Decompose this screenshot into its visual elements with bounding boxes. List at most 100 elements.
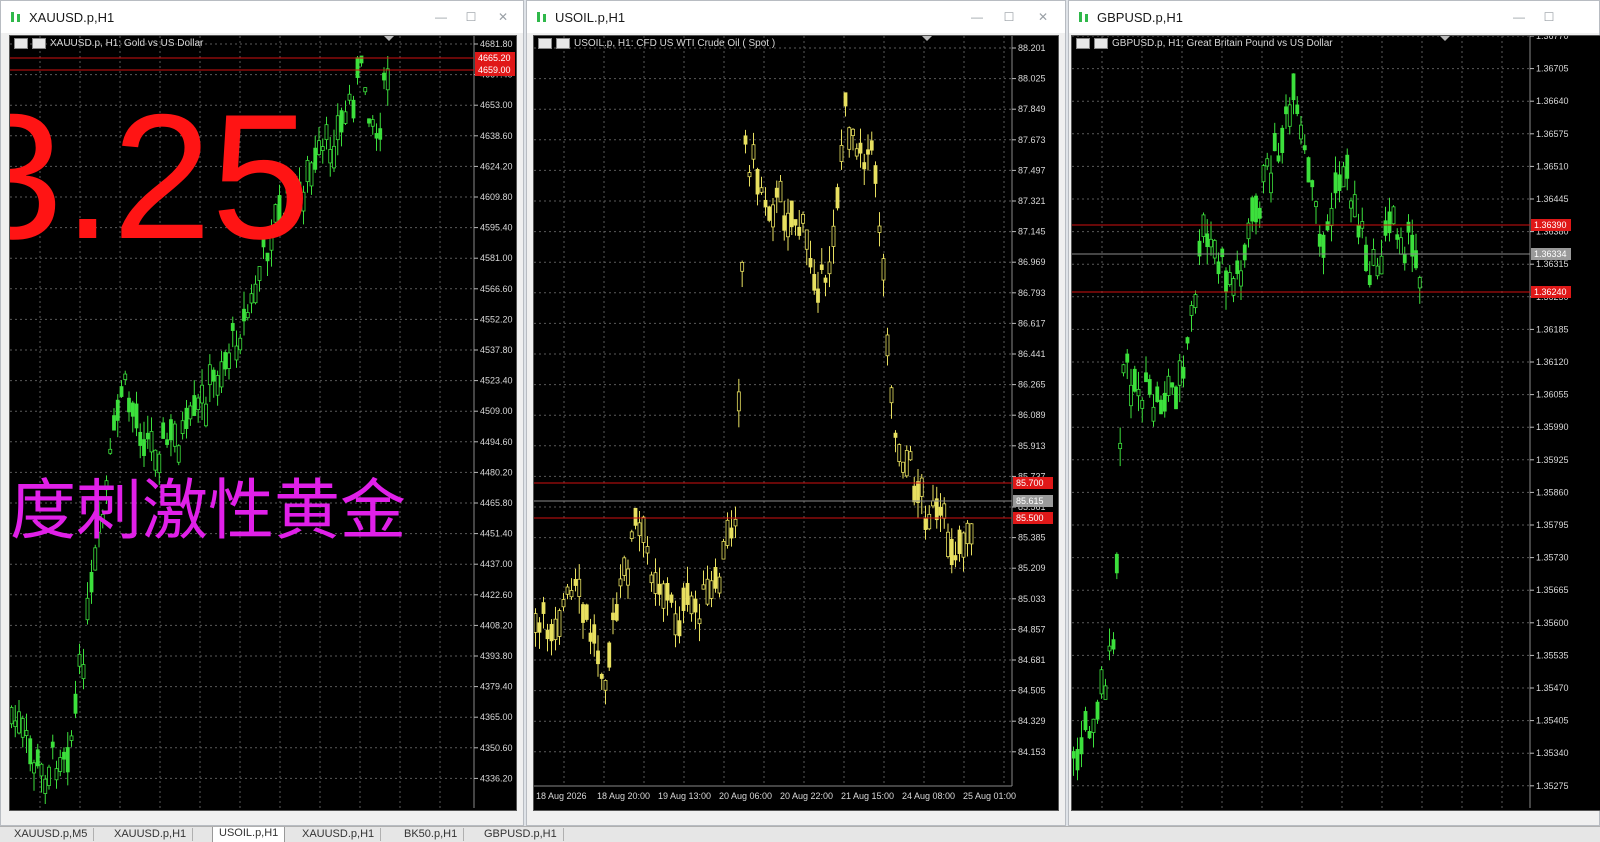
- candle-body: [588, 632, 593, 642]
- candle-body: [534, 613, 538, 633]
- candle-body: [62, 751, 66, 760]
- chart-canvas[interactable]: 88.201 88.025 87.849 87.673 87.497 87.321 87.1…: [534, 36, 1059, 811]
- candle-body: [81, 664, 86, 680]
- candle-body: [385, 68, 390, 91]
- price-tick-label: 1.35340: [1536, 748, 1569, 758]
- price-tick-label: 84.681: [1018, 655, 1046, 665]
- candle-body: [1162, 392, 1167, 412]
- candle-body: [24, 730, 29, 736]
- titlebar[interactable]: XAUUSD.p,H1 — ☐ ✕: [1, 1, 523, 33]
- candle-body: [339, 110, 344, 133]
- price-tick-label: 1.36445: [1536, 194, 1569, 204]
- candle-body: [89, 572, 94, 593]
- candle-body: [127, 397, 131, 413]
- time-tick-label: 24 Aug 08:00: [902, 791, 955, 801]
- close-button[interactable]: ✕: [1033, 8, 1053, 26]
- tab-chart[interactable]: XAUUSD.p,H1: [296, 828, 382, 841]
- candle-body: [923, 517, 928, 530]
- window-gbpusd[interactable]: GBPUSD.p,H1 — ☐ 1.36770 1.36705 1.36640 1.3…: [1068, 0, 1600, 826]
- candle-body: [545, 629, 550, 640]
- candle-body: [657, 583, 662, 595]
- candle-body: [253, 283, 258, 304]
- candle-body: [965, 522, 970, 545]
- candle-body: [1103, 685, 1108, 700]
- window-usoil[interactable]: USOIL.p,H1 — ☐ ✕ 88.201 88.025 87.849 87.67…: [526, 0, 1066, 826]
- candle-body: [317, 140, 321, 156]
- price-tick-label: 4379.40: [480, 682, 513, 692]
- close-button[interactable]: ✕: [493, 8, 513, 26]
- chart-shift-marker: [384, 36, 394, 41]
- candle-body: [717, 576, 722, 594]
- price-chart[interactable]: 88.201 88.025 87.849 87.673 87.497 87.321 87.1…: [533, 35, 1059, 811]
- price-tick-label: 88.025: [1018, 74, 1046, 84]
- candle-body: [1391, 206, 1396, 225]
- candle-body: [1406, 221, 1411, 233]
- chart-canvas[interactable]: 1.36770 1.36705 1.36640 1.36575 1.36510 1.364…: [1072, 36, 1600, 811]
- tab-chart[interactable]: XAUUSD.p,H1: [108, 828, 194, 841]
- candle-body: [581, 604, 585, 623]
- candle-body: [39, 763, 44, 777]
- tab-chart[interactable]: GBPUSD.p,H1: [478, 828, 564, 841]
- candle-body: [1095, 701, 1100, 720]
- price-tick-label: 4681.80: [480, 39, 513, 49]
- candle-body: [1125, 353, 1130, 363]
- titlebar[interactable]: GBPUSD.p,H1 — ☐: [1069, 1, 1599, 33]
- maximize-button[interactable]: ☐: [999, 8, 1019, 26]
- titlebar[interactable]: USOIL.p,H1 — ☐ ✕: [527, 1, 1065, 33]
- candle-body: [808, 258, 813, 268]
- minimize-button[interactable]: —: [431, 8, 451, 26]
- candle-body: [347, 93, 352, 101]
- candle-body: [219, 361, 224, 388]
- tab-chart[interactable]: BK50.p,H1: [398, 828, 465, 841]
- price-tick-label: 4609.80: [480, 192, 513, 202]
- candle-body: [851, 128, 855, 136]
- minimize-button[interactable]: —: [967, 8, 987, 26]
- price-tick-label: 1.36575: [1536, 129, 1569, 139]
- candle-body: [916, 481, 920, 503]
- price-tick-label: 4581.00: [480, 253, 513, 263]
- candle-body: [622, 557, 627, 576]
- price-tick-label: 1.35925: [1536, 455, 1569, 465]
- chart-tab-bar: XAUUSD.p,M5 XAUUSD.p,H1 USOIL.p,H1 XAUUS…: [0, 826, 1600, 842]
- candle-body: [332, 145, 336, 169]
- price-chart[interactable]: 4681.804667.404653.004638.604624.204609.…: [9, 35, 517, 811]
- candle-body: [653, 572, 658, 594]
- candle-body: [1414, 250, 1418, 269]
- candle-body: [134, 403, 139, 429]
- candle-body: [693, 598, 698, 613]
- price-tick-label: 1.35990: [1536, 422, 1569, 432]
- minimize-button[interactable]: —: [1509, 8, 1529, 26]
- candle-body: [816, 288, 820, 303]
- maximize-button[interactable]: ☐: [461, 8, 481, 26]
- candle-body: [736, 391, 741, 412]
- time-tick-label: 25 Aug 01:00: [963, 791, 1016, 801]
- maximize-button[interactable]: ☐: [1539, 8, 1559, 26]
- price-tick-label: 87.497: [1018, 165, 1046, 175]
- tab-chart[interactable]: USOIL.p,H1: [212, 827, 286, 842]
- tab-chart[interactable]: XAUUSD.p,M5: [8, 828, 95, 841]
- candle-body: [65, 747, 70, 773]
- window-xauusd[interactable]: XAUUSD.p,H1 — ☐ ✕ 4681.804667.404653.004…: [0, 0, 524, 826]
- candle-body: [801, 214, 805, 224]
- price-tick-label: 4437.00: [480, 559, 513, 569]
- candle-body: [1151, 406, 1156, 422]
- candle-body: [1107, 645, 1112, 652]
- candle-body: [1402, 253, 1407, 264]
- price-chart[interactable]: 1.36770 1.36705 1.36640 1.36575 1.36510 1.364…: [1071, 35, 1600, 811]
- price-tick-label: 1.35405: [1536, 716, 1569, 726]
- price-tick-label: 87.321: [1018, 196, 1046, 206]
- price-tick-label: 4653.00: [480, 100, 513, 110]
- candle-body: [681, 587, 686, 611]
- price-tick-label: 4393.80: [480, 651, 513, 661]
- candle-body: [1242, 244, 1247, 261]
- candle-body: [1166, 375, 1171, 396]
- candle-body: [153, 449, 158, 471]
- candle-body: [172, 423, 177, 447]
- price-level-label: 1.36390: [1534, 220, 1567, 230]
- candle-body: [382, 72, 386, 81]
- candle-body: [569, 590, 574, 598]
- price-tick-label: 4422.60: [480, 590, 513, 600]
- candle-body: [1261, 165, 1266, 183]
- candle-body: [782, 215, 787, 231]
- candle-body: [1375, 265, 1380, 277]
